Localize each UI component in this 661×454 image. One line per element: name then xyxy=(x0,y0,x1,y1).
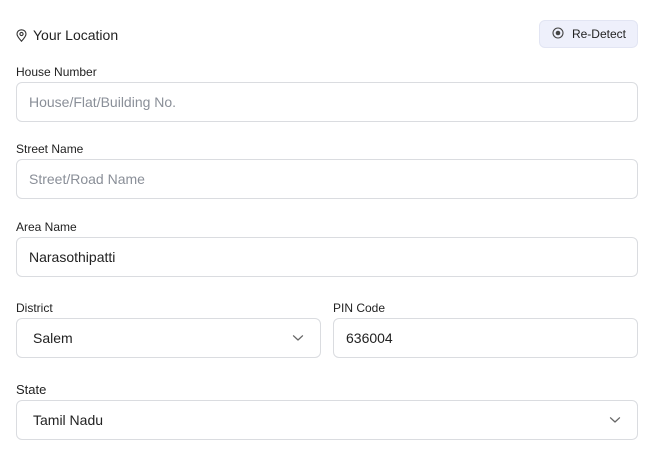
state-selected-value: Tamil Nadu xyxy=(33,412,104,428)
house-number-field xyxy=(16,82,638,122)
pin-code-field xyxy=(333,318,638,358)
map-pin-icon xyxy=(16,28,27,42)
location-title: Your Location xyxy=(33,27,119,43)
area-name-input[interactable] xyxy=(17,238,637,276)
street-name-input[interactable] xyxy=(17,160,637,198)
state-select[interactable]: Tamil Nadu xyxy=(16,400,638,440)
house-number-input[interactable] xyxy=(17,83,637,121)
district-label: District xyxy=(16,301,53,315)
chevron-down-icon xyxy=(292,329,304,347)
house-number-label: House Number xyxy=(16,65,97,79)
state-label: State xyxy=(16,382,47,397)
area-name-field xyxy=(16,237,638,277)
re-detect-label: Re-Detect xyxy=(571,27,626,41)
pin-code-label: PIN Code xyxy=(333,301,386,315)
pin-code-input[interactable] xyxy=(334,319,637,357)
chevron-down-icon xyxy=(609,411,621,429)
area-name-label: Area Name xyxy=(16,220,77,234)
location-header: Your Location Re-Detect xyxy=(16,20,638,48)
street-name-label: Street Name xyxy=(16,142,84,156)
district-selected-value: Salem xyxy=(33,330,73,346)
re-detect-button[interactable]: Re-Detect xyxy=(538,20,638,48)
street-name-field xyxy=(16,159,638,199)
location-title-group: Your Location xyxy=(16,27,118,43)
target-icon xyxy=(552,26,564,42)
district-select[interactable]: Salem xyxy=(16,318,321,358)
